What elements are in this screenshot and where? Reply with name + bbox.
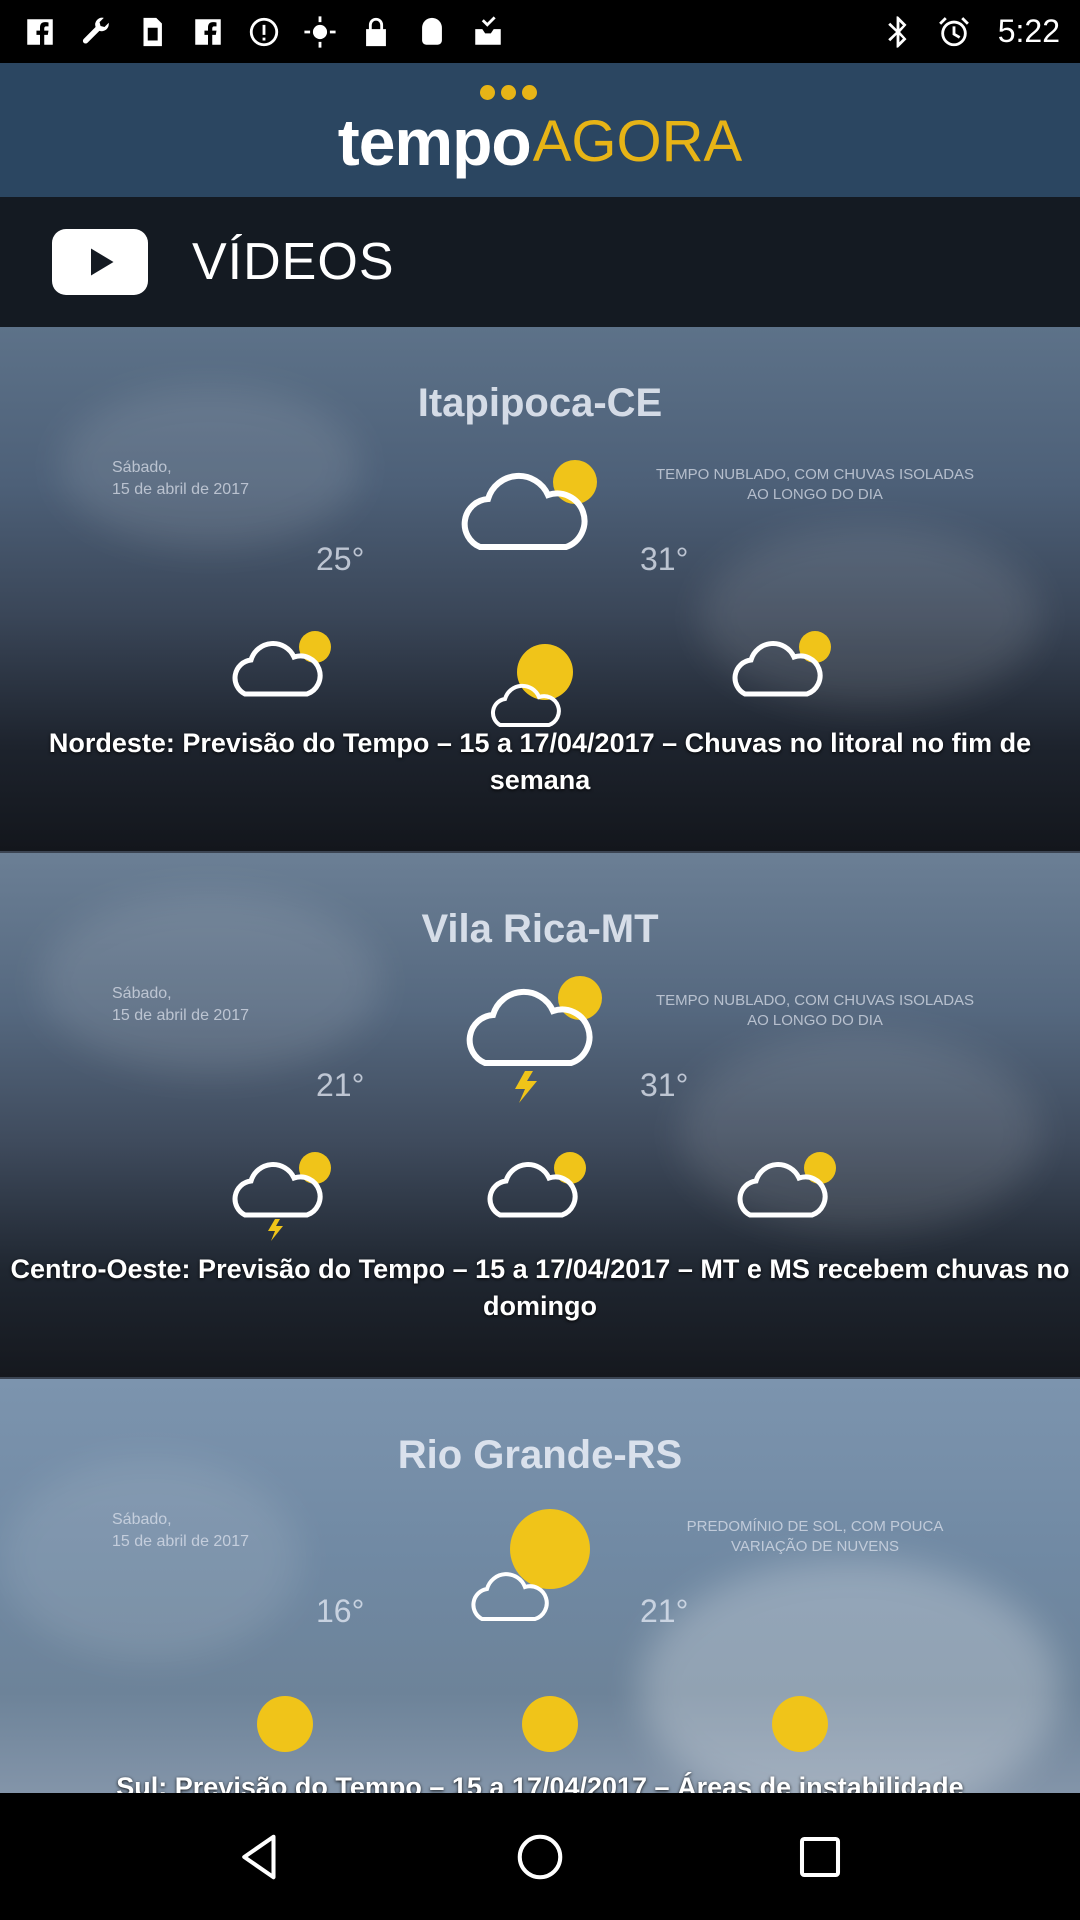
home-icon <box>517 1834 563 1879</box>
thumbnail-min-temp: 21° <box>316 1067 365 1103</box>
partly-cloudy-icon <box>450 447 620 557</box>
youtube-play-icon <box>52 229 148 295</box>
status-time: 5:22 <box>997 13 1060 49</box>
logo-secondary-text: AGORA <box>532 109 743 174</box>
videos-section-header: VÍDEOS <box>0 197 1080 327</box>
status-right-icons: 5:22 <box>880 13 1060 50</box>
partly-cloudy-icon <box>730 1143 850 1223</box>
alert-icon <box>246 14 282 50</box>
back-button[interactable] <box>215 1812 305 1902</box>
app-header: tempo AGORA <box>0 63 1080 197</box>
wrench-icon <box>78 14 114 50</box>
video-caption: Sul: Previsão do Tempo – 15 a 17/04/2017… <box>116 1772 964 1793</box>
bluetooth-icon <box>880 14 916 50</box>
thumbnail-date: Sábado, 15 de abril de 2017 <box>112 1511 249 1550</box>
fake-gps-icon <box>302 14 338 50</box>
thumbnail-city: Vila Rica-MT <box>421 907 659 951</box>
thumbnail-max-temp: 31° <box>640 1067 689 1103</box>
video-caption: Nordeste: Previsão do Tempo – 15 a 17/04… <box>48 728 1032 795</box>
navigation-bar <box>0 1793 1080 1920</box>
thumbnail-date: Sábado, 15 de abril de 2017 <box>112 459 249 498</box>
thumbnail-description: PREDOMÍNIO DE SOL, COM POUCA VARIAÇÃO DE… <box>686 1518 944 1555</box>
facebook-icon <box>22 14 58 50</box>
lock-icon <box>358 14 394 50</box>
back-icon <box>242 1834 276 1879</box>
section-title: VÍDEOS <box>192 233 395 291</box>
status-bar: 5:22 <box>0 0 1080 63</box>
thumbnail-city: Itapipoca-CE <box>417 381 663 425</box>
logo-dots <box>479 85 537 100</box>
thumbnail-date: Sábado, 15 de abril de 2017 <box>112 985 249 1024</box>
logo-primary-text: tempo <box>337 105 532 179</box>
storm-cloud-icon <box>455 963 625 1103</box>
sun-cloud-icon <box>490 627 600 727</box>
thumbnail-city: Rio Grande-RS <box>397 1433 683 1477</box>
storm-cloud-icon <box>225 1143 345 1243</box>
inbox-check-icon <box>470 14 506 50</box>
thumbnail-min-temp: 16° <box>316 1593 365 1629</box>
partly-cloudy-icon <box>725 622 845 702</box>
recents-icon <box>799 1836 841 1877</box>
partly-cloudy-icon <box>225 622 345 702</box>
sun-icon <box>470 1489 620 1629</box>
thumbnail-max-temp: 31° <box>640 541 689 577</box>
alarm-icon <box>936 14 972 50</box>
home-button[interactable] <box>495 1812 585 1902</box>
sun-icon <box>755 1679 845 1769</box>
video-card[interactable]: Itapipoca-CE Sábado, 15 de abril de 2017… <box>0 327 1080 853</box>
video-thumbnail: Rio Grande-RS Sábado, 15 de abril de 201… <box>0 1379 1080 1793</box>
thumbnail-min-temp: 25° <box>316 541 365 577</box>
status-left-icons <box>22 14 506 50</box>
sun-icon <box>505 1679 595 1769</box>
facebook-icon <box>190 14 226 50</box>
video-caption: Centro-Oeste: Previsão do Tempo – 15 a 1… <box>10 1254 1070 1321</box>
video-list[interactable]: Itapipoca-CE Sábado, 15 de abril de 2017… <box>0 327 1080 1793</box>
sun-icon <box>240 1679 330 1769</box>
screen: 5:22 tempo AGORA VÍDEOS Itapipoca-CE Sáb… <box>0 0 1080 1920</box>
android-icon <box>414 14 450 50</box>
app-logo: tempo AGORA <box>337 85 743 179</box>
thumbnail-description: TEMPO NUBLADO, COM CHUVAS ISOLADAS AO LO… <box>655 466 975 503</box>
video-card[interactable]: Vila Rica-MT Sábado, 15 de abril de 2017… <box>0 853 1080 1379</box>
sim-icon <box>134 14 170 50</box>
recents-button[interactable] <box>775 1812 865 1902</box>
thumbnail-description: TEMPO NUBLADO, COM CHUVAS ISOLADAS AO LO… <box>655 992 975 1029</box>
video-card[interactable]: Rio Grande-RS Sábado, 15 de abril de 201… <box>0 1379 1080 1793</box>
partly-cloudy-icon <box>480 1143 600 1223</box>
thumbnail-max-temp: 21° <box>640 1593 689 1629</box>
